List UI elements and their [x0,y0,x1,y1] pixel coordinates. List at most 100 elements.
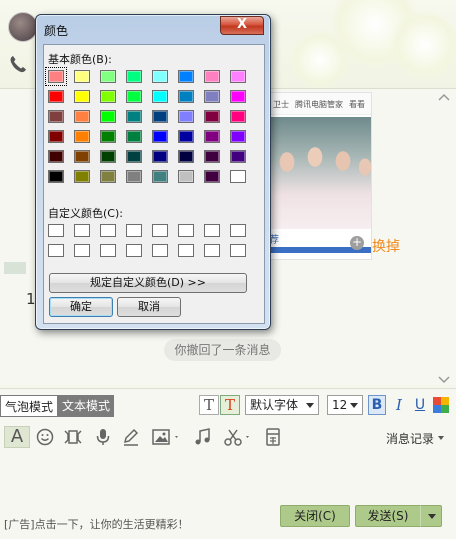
color-swatch[interactable] [74,70,90,83]
underline-button[interactable]: U [412,395,428,415]
color-swatch[interactable] [48,110,64,123]
font-size-select[interactable]: 12 [327,395,363,415]
color-swatch[interactable] [178,130,194,143]
color-swatch[interactable] [48,150,64,163]
contact-avatar[interactable] [8,12,38,42]
message-history-button[interactable]: 消息记录 [386,430,434,447]
color-swatch[interactable] [230,244,246,257]
color-swatch[interactable] [230,170,246,183]
text-style-button[interactable]: T [199,395,219,415]
color-swatch[interactable] [126,110,142,123]
color-swatch[interactable] [178,110,194,123]
color-swatch[interactable] [100,244,116,257]
color-swatch[interactable] [74,150,90,163]
color-swatch[interactable] [152,170,168,183]
swap-plus-icon[interactable]: + [350,236,364,250]
red-packet-icon[interactable] [262,426,284,448]
color-swatch[interactable] [152,150,168,163]
color-swatch[interactable] [178,70,194,83]
color-swatch[interactable] [74,244,90,257]
color-swatch[interactable] [74,110,90,123]
color-swatch[interactable] [48,224,64,237]
color-swatch[interactable] [100,70,116,83]
dialog-close-button[interactable]: X [220,16,264,35]
color-swatch[interactable] [126,224,142,237]
cancel-button[interactable]: 取消 [117,297,181,317]
color-swatch[interactable] [74,130,90,143]
color-swatch[interactable] [152,224,168,237]
chevron-down-icon[interactable] [438,436,444,440]
color-swatch[interactable] [126,130,142,143]
image-icon[interactable] [150,426,182,448]
color-swatch[interactable] [204,244,220,257]
message-input[interactable] [0,450,456,505]
color-swatch[interactable] [204,110,220,123]
send-button[interactable]: 发送(S) [355,505,421,527]
font-tool-button[interactable]: A [4,426,30,448]
color-palette-icon[interactable] [433,397,449,413]
color-swatch[interactable] [178,224,194,237]
color-swatch[interactable] [152,244,168,257]
color-swatch[interactable] [230,130,246,143]
color-swatch[interactable] [126,70,142,83]
color-swatch[interactable] [204,70,220,83]
bubble-mode-tab[interactable]: 气泡模式 [0,395,59,417]
color-swatch[interactable] [204,150,220,163]
collapse-up-icon[interactable] [438,90,450,101]
color-swatch[interactable] [100,110,116,123]
send-options-button[interactable] [420,505,442,527]
color-swatch[interactable] [45,67,67,86]
collapse-down-icon[interactable] [438,373,450,384]
color-swatch[interactable] [204,224,220,237]
color-swatch[interactable] [230,224,246,237]
color-swatch[interactable] [178,244,194,257]
text-mode-tab[interactable]: 文本模式 [58,395,115,417]
color-swatch[interactable] [178,170,194,183]
color-swatch[interactable] [100,150,116,163]
color-swatch[interactable] [48,130,64,143]
color-swatch[interactable] [230,110,246,123]
color-swatch[interactable] [48,170,64,183]
color-swatch[interactable] [152,110,168,123]
color-swatch[interactable] [204,170,220,183]
ad-text-link[interactable]: [广告]点击一下，让你的生活更精彩！ [4,516,189,532]
color-swatch[interactable] [126,90,142,103]
ad-photo[interactable] [269,117,371,229]
color-swatch[interactable] [74,90,90,103]
color-swatch[interactable] [178,90,194,103]
video-icon[interactable] [62,426,84,448]
color-swatch[interactable] [100,170,116,183]
close-button[interactable]: 关闭(C) [280,505,350,527]
color-swatch[interactable] [152,130,168,143]
color-swatch[interactable] [48,90,64,103]
color-swatch[interactable] [152,70,168,83]
color-swatch[interactable] [230,90,246,103]
color-swatch[interactable] [178,150,194,163]
italic-button[interactable]: I [391,395,407,415]
swap-ad-link[interactable]: 换掉 [372,236,400,256]
define-custom-colors-button[interactable]: 规定自定义颜色(D) >> [49,273,247,293]
color-swatch[interactable] [126,170,142,183]
color-swatch[interactable] [126,150,142,163]
text-color-button[interactable]: T [220,395,240,415]
microphone-icon[interactable] [92,426,114,448]
emoji-icon[interactable] [34,426,56,448]
color-swatch[interactable] [48,244,64,257]
pen-icon[interactable] [120,426,142,448]
ok-button[interactable]: 确定 [49,297,113,317]
scissors-icon[interactable] [222,426,254,448]
color-swatch[interactable] [204,130,220,143]
color-swatch[interactable] [152,90,168,103]
color-swatch[interactable] [230,150,246,163]
color-swatch[interactable] [204,90,220,103]
color-swatch[interactable] [74,170,90,183]
color-swatch[interactable] [126,244,142,257]
color-swatch[interactable] [230,70,246,83]
phone-icon[interactable] [8,54,28,74]
music-icon[interactable] [192,426,214,448]
color-swatch[interactable] [100,90,116,103]
color-swatch[interactable] [100,224,116,237]
color-swatch[interactable] [74,224,90,237]
bold-button[interactable]: B [368,395,386,415]
color-swatch[interactable] [100,130,116,143]
